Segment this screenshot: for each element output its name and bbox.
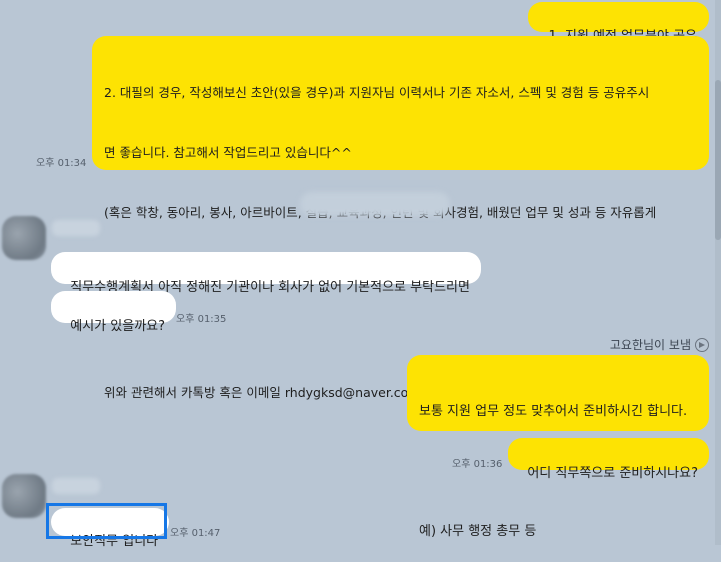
their-message-bubble[interactable]: 직무수행계획서 아직 정해진 기관이나 회사가 없어 기본적으로 부탁드리면 (51, 252, 481, 295)
their-message-bubble[interactable]: 예시가 있을까요? (51, 291, 177, 334)
message-text: 예시가 있을까요? (70, 319, 166, 334)
scrollbar-thumb[interactable] (715, 80, 721, 240)
message-timestamp: 오후 01:34 (36, 158, 87, 169)
message-timestamp: 오후 01:47 (170, 528, 221, 539)
sender-text: 고요한님이 보냄 (609, 338, 691, 352)
message-line: 면 좋습니다. 참고해서 작업드리고 있습니다^^ (104, 145, 352, 160)
message-line: 예) 사무 행정 총무 등 (419, 524, 537, 539)
message-line: 보통 지원 업무 정도 맞추어서 준비하시긴 합니다. (419, 404, 688, 419)
sent-by-label: 고요한님이 보냄 (610, 336, 709, 353)
reply-icon (695, 337, 709, 352)
sender-name (52, 220, 100, 236)
date-divider (300, 192, 450, 216)
my-message-bubble[interactable]: 보통 지원 업무 정도 맞추어서 준비하시긴 합니다. 예) 사무 행정 총무 … (407, 355, 709, 539)
avatar[interactable] (2, 474, 46, 518)
message-line: 2. 대필의 경우, 작성해보신 초안(있을 경우)과 지원자님 이력서나 기존… (104, 85, 650, 100)
sender-name (52, 478, 100, 494)
message-timestamp: 오후 01:36 (452, 459, 503, 470)
message-text: 어디 직무쪽으로 준비하시나요? (527, 466, 698, 481)
message-text: 보안직무 입니다 (70, 534, 159, 549)
message-timestamp: 오후 01:35 (176, 314, 227, 325)
my-message-bubble[interactable]: 1. 지원 예정 업무분야 공유 (528, 2, 709, 44)
my-message-bubble[interactable]: 2. 대필의 경우, 작성해보신 초안(있을 경우)과 지원자님 이력서나 기존… (92, 36, 709, 400)
avatar[interactable] (2, 216, 46, 260)
their-message-bubble[interactable]: 보안직무 입니다 (51, 508, 170, 549)
message-line (104, 323, 697, 343)
my-message-bubble[interactable]: 어디 직무쪽으로 준비하시나요? (508, 438, 709, 481)
